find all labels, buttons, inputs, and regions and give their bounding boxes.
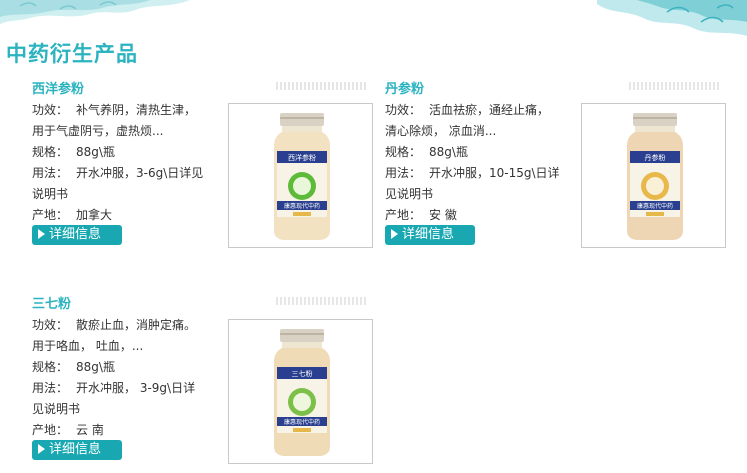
usage-label: 用法： [32,166,69,180]
product-name[interactable]: 丹参粉 [385,78,424,97]
detail-button[interactable]: 详细信息 [32,440,122,460]
usage-text: 开水冲服，3-6g\日详见 [76,166,204,180]
svg-text:西洋参粉: 西洋参粉 [288,153,316,162]
origin-label: 产地： [385,208,422,222]
efficacy-label: 功效： [385,103,422,117]
header-wave-decoration-left [0,0,190,24]
play-arrow-icon [38,229,45,239]
product-info: 功效： 活血祛瘀，通经止痛， 清心除烦， 凉血消... 规格： 88g\瓶 用法： 开… [385,100,577,226]
product-name[interactable]: 三七粉 [32,293,71,312]
origin-value: 安 徽 [429,208,457,222]
svg-text:三七粉: 三七粉 [292,369,313,378]
page-title: 中药衍生产品 [6,42,138,66]
usage-label: 用法： [32,381,69,395]
origin-label: 产地： [32,423,69,437]
play-arrow-icon [391,229,398,239]
spec-value: 88g\瓶 [429,145,468,159]
header-wave-decoration-right [597,0,747,36]
usage-text-more: 见说明书 [385,187,434,201]
title-divider [276,82,368,90]
title-divider [629,82,721,90]
efficacy-text: 活血祛瘀，通经止痛， [429,103,550,117]
efficacy-label: 功效： [32,318,69,332]
efficacy-text: 散瘀止血，消肿定痛。 [76,318,197,332]
title-divider [276,297,368,305]
product-info: 功效： 补气养阴，清热生津， 用于气虚阴亏，虚热烦... 规格： 88g\瓶 用法：… [32,100,224,226]
svg-text:丹参粉: 丹参粉 [645,153,666,162]
origin-label: 产地： [32,208,69,222]
spec-value: 88g\瓶 [76,360,115,374]
product-image[interactable]: 丹参粉 康惠现代中药 [581,103,726,248]
product-name[interactable]: 西洋参粉 [32,78,84,97]
detail-button[interactable]: 详细信息 [32,225,122,245]
usage-text-more: 说明书 [32,187,69,201]
product-image[interactable]: 西洋参粉 康惠现代中药 [228,103,373,248]
product-image[interactable]: 三七粉 康惠现代中药 [228,319,373,464]
efficacy-label: 功效： [32,103,69,117]
usage-label: 用法： [385,166,422,180]
svg-text:康惠现代中药: 康惠现代中药 [284,418,320,426]
origin-value: 云 南 [76,423,104,437]
efficacy-text: 补气养阴，清热生津， [76,103,197,117]
detail-button-label: 详细信息 [49,442,102,457]
svg-text:康惠现代中药: 康惠现代中药 [284,202,320,210]
efficacy-text-more: 用于咯血， 吐血，... [32,339,144,353]
spec-value: 88g\瓶 [76,145,115,159]
product-info: 功效： 散瘀止血，消肿定痛。 用于咯血， 吐血，... 规格： 88g\瓶 用法： 开… [32,315,224,441]
usage-text-more: 见说明书 [32,402,81,416]
usage-text: 开水冲服， 3-9g\日详 [76,381,196,395]
efficacy-text-more: 用于气虚阴亏，虚热烦... [32,124,164,138]
usage-text: 开水冲服，10-15g\日详 [429,166,560,180]
detail-button-label: 详细信息 [49,227,102,242]
jar-image: 三七粉 康惠现代中药 [274,329,330,456]
detail-button[interactable]: 详细信息 [385,225,475,245]
detail-button-label: 详细信息 [402,227,455,242]
jar-image: 西洋参粉 康惠现代中药 [274,113,330,240]
efficacy-text-more: 清心除烦， 凉血消... [385,124,497,138]
spec-label: 规格： [32,360,69,374]
spec-label: 规格： [385,145,422,159]
jar-image: 丹参粉 康惠现代中药 [627,113,683,240]
origin-value: 加拿大 [76,208,113,222]
spec-label: 规格： [32,145,69,159]
svg-text:康惠现代中药: 康惠现代中药 [637,202,673,210]
play-arrow-icon [38,444,45,454]
